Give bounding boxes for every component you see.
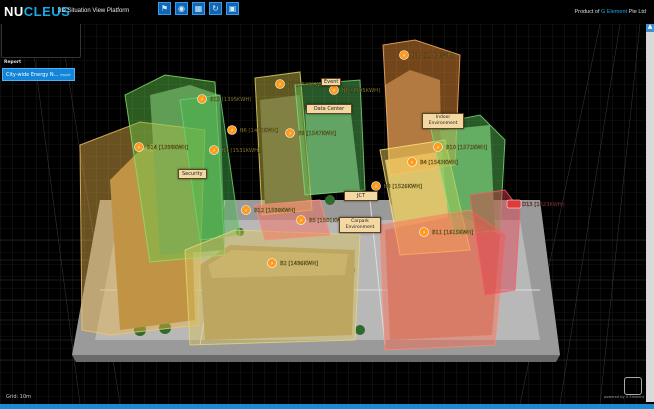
bottom-status-bar: [0, 404, 654, 409]
energy-marker-label: B10 [1572KWH]: [446, 145, 487, 151]
energy-marker-label: B9 [1547KWH]: [298, 131, 336, 137]
camera-icon[interactable]: ◉: [175, 2, 188, 15]
report-item-button[interactable]: City-wide Energy N... report: [2, 68, 75, 81]
tag-outdoor-environment[interactable]: Indoor Environment: [422, 113, 464, 129]
energy-marker-m16[interactable]: D13 [1623KWH]: [506, 199, 564, 209]
energy-marker-label: B3 [1526KWH]: [384, 184, 422, 190]
overview-panel: [1, 22, 81, 58]
energy-marker-label: B11 [1615KWH]: [432, 230, 473, 236]
alert-marker-icon[interactable]: [506, 199, 522, 209]
3d-city-scene[interactable]: ⚡ B13 [1553KWH]⚡ B7 [1503KWH]⚡ B8 [1595KWH]…: [0, 0, 654, 409]
product-suffix: Pte Ltd: [627, 9, 646, 15]
corner-credit: powered by G Element: [604, 395, 644, 399]
bolt-icon: ⚡: [278, 82, 282, 88]
flag-icon[interactable]: ⚑: [158, 2, 171, 15]
g-element-logo-icon: [624, 377, 642, 395]
energy-marker-label: B13 [1553KWH]: [412, 53, 453, 59]
logo-nu: NU: [4, 4, 24, 19]
product-brand[interactable]: G Element: [601, 9, 627, 15]
bolt-icon: ⚡: [410, 160, 414, 166]
right-scrollbar[interactable]: ▲: [646, 22, 654, 402]
tag-carpark-environment[interactable]: Carpark Environment: [339, 217, 381, 233]
bolt-icon: ⚡: [422, 230, 426, 236]
tag-event[interactable]: Event: [321, 78, 342, 86]
energy-marker-label: B6 [1472KWH]: [240, 128, 278, 134]
view-toolbar: ⚑ ◉ ▦ ↻ ▣: [158, 2, 239, 15]
bolt-icon: ⚡: [212, 148, 216, 154]
report-item-label: City-wide Energy N...: [6, 72, 59, 78]
product-credit: Product of G Element Pte Ltd: [574, 9, 646, 15]
grid-icon[interactable]: ▦: [192, 2, 205, 15]
report-item-suffix: report: [60, 73, 71, 77]
product-prefix: Product of: [574, 9, 602, 15]
tag-data-center[interactable]: Data Center: [306, 104, 352, 114]
bolt-icon: ⚡: [244, 208, 248, 214]
energy-marker-label: D13 [1623KWH]: [522, 202, 564, 208]
energy-marker-label: B8 [1595KWH]: [342, 88, 380, 94]
energy-marker-label: B4 [1543KWH]: [420, 160, 458, 166]
rotate-icon[interactable]: ↻: [209, 2, 222, 15]
bolt-icon: ⚡: [137, 145, 141, 151]
bolt-icon: ⚡: [230, 128, 234, 134]
image-icon[interactable]: ▣: [226, 2, 239, 15]
app-subtitle: 3D Situation View Platform: [58, 8, 130, 14]
app-header: NUCLEUS 3D Situation View Platform ⚑ ◉ ▦…: [0, 0, 654, 24]
grid-scale-label: Grid: 10m: [6, 394, 31, 400]
energy-marker-label: B15 [1395KWH]: [210, 97, 251, 103]
bolt-icon: ⚡: [436, 145, 440, 151]
energy-marker-label: B12 [1598KWH]: [254, 208, 295, 214]
bolt-icon: ⚡: [402, 53, 406, 59]
city-base-edge: [72, 355, 560, 362]
report-heading: Report: [4, 60, 22, 65]
energy-marker-label: B2 [1496KWH]: [280, 261, 318, 267]
bolt-icon: ⚡: [200, 97, 204, 103]
energy-marker-label: B14 [1399KWH]: [147, 145, 188, 151]
tag-security[interactable]: Security: [178, 169, 207, 179]
tag-jct[interactable]: JCT: [344, 191, 378, 201]
energy-marker-label: B1 [1531KWH]: [222, 148, 260, 154]
bolt-icon: ⚡: [374, 184, 378, 190]
bolt-icon: ⚡: [270, 261, 274, 267]
bolt-icon: ⚡: [288, 131, 292, 137]
bolt-icon: ⚡: [299, 218, 303, 224]
bolt-icon: ⚡: [332, 88, 336, 94]
